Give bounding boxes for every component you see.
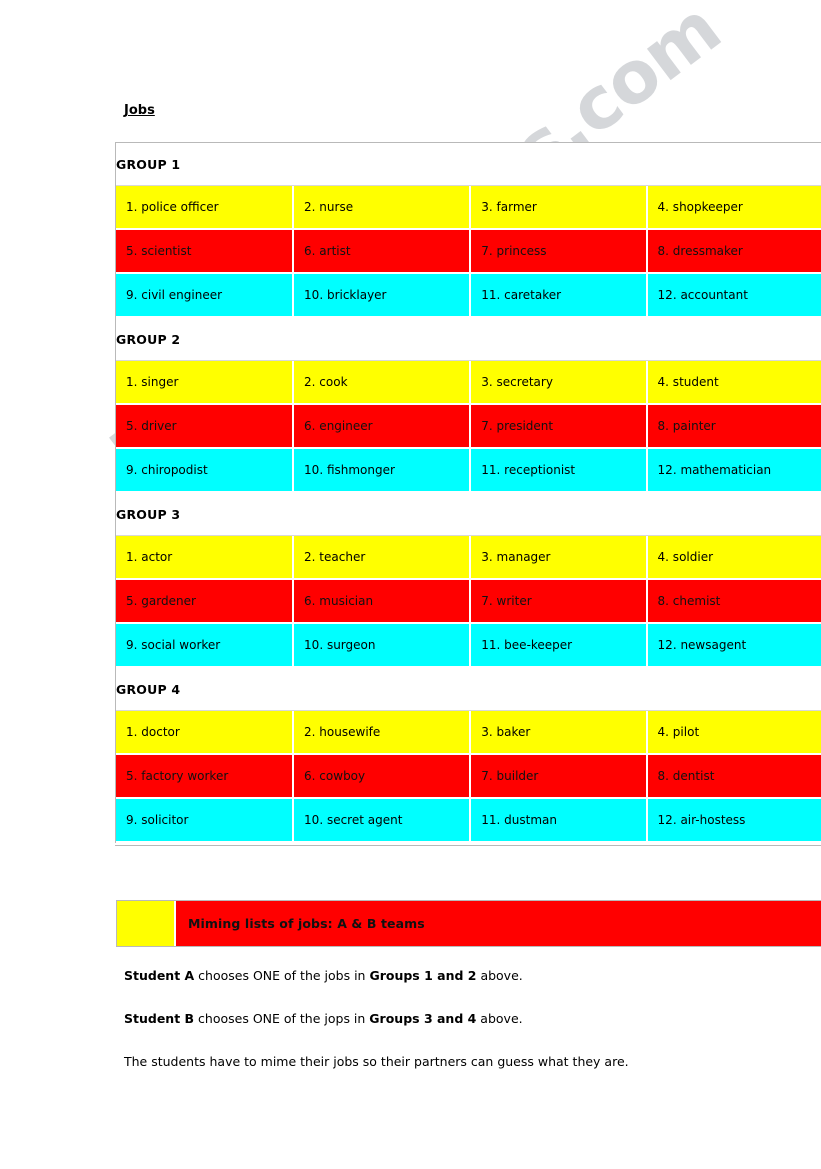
page-title: Jobs <box>124 103 155 118</box>
job-cell[interactable]: 3. manager <box>471 536 648 580</box>
activity-banner: Miming lists of jobs: A & B teams <box>116 900 821 947</box>
group-header-row: GROUP 2 <box>116 318 821 361</box>
job-cell[interactable]: 9. solicitor <box>116 799 295 843</box>
job-row: 9. chiropodist 10. fishmonger 11. receptio… <box>116 449 821 493</box>
instruction-line: Student B chooses ONE of the jops in Gro… <box>124 1011 784 1026</box>
instruction-text: above. <box>476 1011 523 1026</box>
job-cell[interactable]: 12. mathematician <box>647 449 821 493</box>
job-row: 5. factory worker 6. cowboy 7. builder 8. d… <box>116 755 821 799</box>
job-cell[interactable]: 7. writer <box>471 580 648 624</box>
job-cell[interactable]: 6. artist <box>294 230 472 274</box>
job-cell[interactable]: 11. caretaker <box>471 274 648 318</box>
job-cell[interactable]: 1. doctor <box>116 711 295 755</box>
job-cell[interactable]: 6. engineer <box>294 405 472 449</box>
job-cell[interactable]: 4. soldier <box>647 536 821 580</box>
job-cell[interactable]: 7. builder <box>471 755 648 799</box>
job-cell[interactable]: 6. musician <box>294 580 472 624</box>
job-cell[interactable]: 7. president <box>471 405 648 449</box>
instruction-emphasis: Groups 1 and 2 <box>369 968 477 983</box>
jobs-table: GROUP 1 1. police officer 2. nurse 3. farme… <box>115 142 821 843</box>
job-row: 5. scientist 6. artist 7. princess 8. dress… <box>116 230 821 274</box>
job-cell[interactable]: 11. receptionist <box>471 449 648 493</box>
job-cell[interactable]: 5. scientist <box>116 230 295 274</box>
job-cell[interactable]: 8. chemist <box>647 580 821 624</box>
banner-color-swatch <box>117 901 176 946</box>
table-bottom-border <box>115 845 821 846</box>
job-cell[interactable]: 10. bricklayer <box>294 274 472 318</box>
job-cell[interactable]: 10. surgeon <box>294 624 472 668</box>
job-row: 1. police officer 2. nurse 3. farmer 4. sho… <box>116 186 821 230</box>
job-cell[interactable]: 1. actor <box>116 536 295 580</box>
job-cell[interactable]: 1. singer <box>116 361 295 405</box>
group-header-row: GROUP 3 <box>116 493 821 536</box>
job-cell[interactable]: 12. newsagent <box>647 624 821 668</box>
instruction-emphasis: Student A <box>124 968 195 983</box>
banner-label: Miming lists of jobs: A & B teams <box>176 901 821 946</box>
job-row: 9. civil engineer 10. bricklayer 11. caret… <box>116 274 821 318</box>
job-row: 9. solicitor 10. secret agent 11. dustman 1… <box>116 799 821 843</box>
job-cell[interactable]: 3. farmer <box>471 186 648 230</box>
job-row: 9. social worker 10. surgeon 11. bee-keepe… <box>116 624 821 668</box>
job-cell[interactable]: 7. princess <box>471 230 648 274</box>
job-row: 1. singer 2. cook 3. secretary 4. student <box>116 361 821 405</box>
instruction-emphasis: Student B <box>124 1011 195 1026</box>
job-cell[interactable]: 6. cowboy <box>294 755 472 799</box>
instruction-text: The students have to mime their jobs so … <box>124 1054 629 1069</box>
instruction-text: chooses ONE of the jobs in <box>194 968 370 983</box>
job-cell[interactable]: 8. dressmaker <box>647 230 821 274</box>
job-cell[interactable]: 9. social worker <box>116 624 295 668</box>
job-cell[interactable]: 12. accountant <box>647 274 821 318</box>
job-cell[interactable]: 8. dentist <box>647 755 821 799</box>
instruction-emphasis: Groups 3 and 4 <box>369 1011 477 1026</box>
job-cell[interactable]: 2. cook <box>294 361 472 405</box>
job-cell[interactable]: 9. civil engineer <box>116 274 295 318</box>
instruction-line: The students have to mime their jobs so … <box>124 1054 784 1069</box>
job-cell[interactable]: 1. police officer <box>116 186 295 230</box>
job-cell[interactable]: 5. factory worker <box>116 755 295 799</box>
job-cell[interactable]: 4. pilot <box>647 711 821 755</box>
job-cell[interactable]: 10. secret agent <box>294 799 472 843</box>
job-cell[interactable]: 2. teacher <box>294 536 472 580</box>
group-heading: GROUP 1 <box>116 143 821 186</box>
job-cell[interactable]: 4. shopkeeper <box>647 186 821 230</box>
job-cell[interactable]: 2. nurse <box>294 186 472 230</box>
group-header-row: GROUP 4 <box>116 668 821 711</box>
job-cell[interactable]: 12. air-hostess <box>647 799 821 843</box>
job-row: 1. doctor 2. housewife 3. baker 4. pilot <box>116 711 821 755</box>
job-cell[interactable]: 5. driver <box>116 405 295 449</box>
job-cell[interactable]: 3. baker <box>471 711 648 755</box>
group-heading: GROUP 3 <box>116 493 821 536</box>
instruction-text: chooses ONE of the jops in <box>194 1011 370 1026</box>
job-cell[interactable]: 8. painter <box>647 405 821 449</box>
job-cell[interactable]: 5. gardener <box>116 580 295 624</box>
instruction-line: Student A chooses ONE of the jobs in Gro… <box>124 968 784 983</box>
job-cell[interactable]: 9. chiropodist <box>116 449 295 493</box>
job-cell[interactable]: 10. fishmonger <box>294 449 472 493</box>
instructions-block: Student A chooses ONE of the jobs in Gro… <box>124 968 784 1069</box>
job-cell[interactable]: 11. dustman <box>471 799 648 843</box>
group-heading: GROUP 2 <box>116 318 821 361</box>
group-header-row: GROUP 1 <box>116 143 821 186</box>
job-row: 5. driver 6. engineer 7. president 8. paint… <box>116 405 821 449</box>
group-heading: GROUP 4 <box>116 668 821 711</box>
job-cell[interactable]: 11. bee-keeper <box>471 624 648 668</box>
job-cell[interactable]: 3. secretary <box>471 361 648 405</box>
job-row: 5. gardener 6. musician 7. writer 8. chemis… <box>116 580 821 624</box>
worksheet-page: ESLprintables.com Jobs GROUP 11. police … <box>0 0 821 1169</box>
job-cell[interactable]: 2. housewife <box>294 711 472 755</box>
job-row: 1. actor 2. teacher 3. manager 4. soldier <box>116 536 821 580</box>
instruction-text: above. <box>476 968 523 983</box>
job-cell[interactable]: 4. student <box>647 361 821 405</box>
